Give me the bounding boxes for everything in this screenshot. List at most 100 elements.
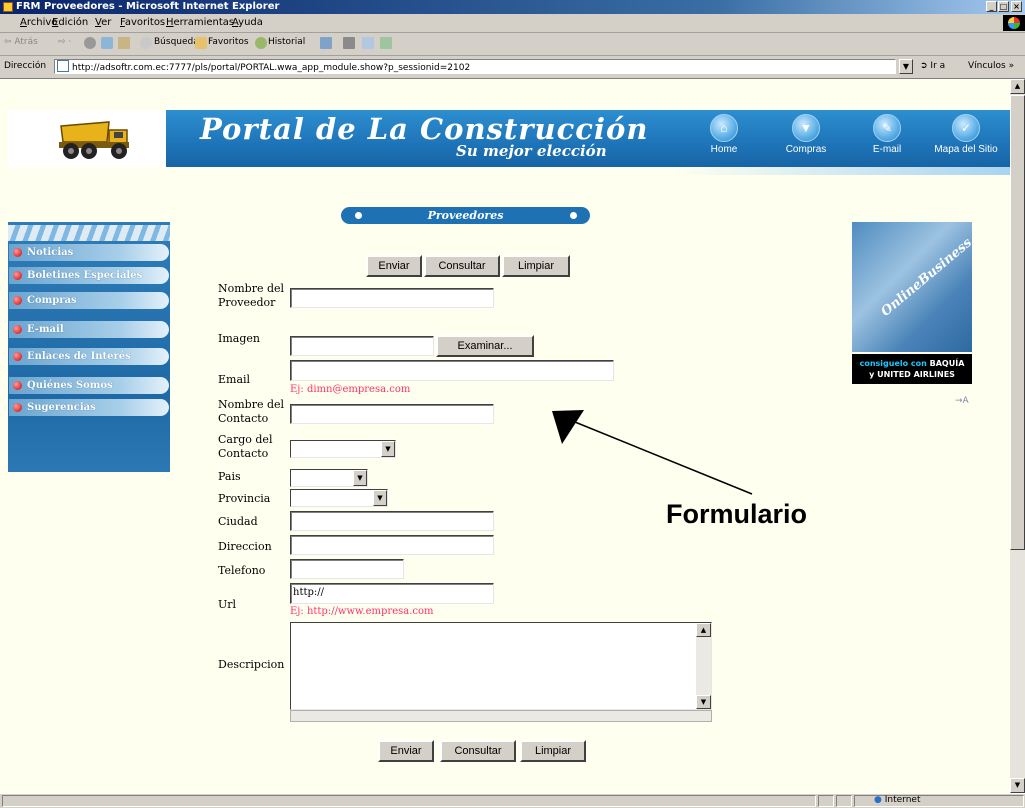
left-menu-label: Compras (27, 295, 77, 306)
menu-edicion[interactable]: Edición (52, 17, 88, 28)
email-input[interactable] (290, 360, 614, 381)
search-button[interactable]: Búsqueda (154, 37, 199, 47)
print-icon[interactable] (343, 37, 355, 49)
ciudad-input[interactable] (290, 511, 494, 531)
nav-compras[interactable]: ▼ Compras (776, 114, 836, 155)
chevron-down-icon: ▼ (353, 470, 367, 486)
ad-caption[interactable]: consiguelo con BAQUÍA y UNITED AIRLINES (852, 354, 972, 384)
pencil-icon: ✎ (873, 114, 901, 142)
history-icon[interactable] (255, 37, 267, 49)
toolbar: ⇦ Atrás ⇨ · Búsqueda Favoritos Historial (0, 33, 1025, 56)
pais-select[interactable]: ▼ (290, 469, 368, 487)
scroll-up-icon[interactable]: ▲ (1010, 79, 1025, 94)
left-menu-label: Sugerencias (27, 402, 96, 413)
menu-ayuda[interactable]: Ayuda (232, 17, 263, 28)
ad-line1-white: BAQUÍA (929, 359, 965, 368)
address-dropdown[interactable]: ▼ (899, 59, 913, 74)
scroll-down-icon[interactable]: ▼ (1010, 778, 1025, 793)
nav-email[interactable]: ✎ E-mail (862, 114, 912, 155)
bullet-icon (570, 212, 577, 219)
provincia-select[interactable]: ▼ (290, 489, 388, 507)
label-provincia: Provincia (218, 492, 271, 505)
go-label: Ir a (930, 61, 946, 71)
clear-button-bottom[interactable]: Limpiar (520, 740, 586, 762)
descripcion-textarea[interactable]: ▲ ▼ (290, 622, 712, 710)
page-icon (57, 60, 69, 72)
address-url: http://adsoftr.com.ec:7777/pls/portal/PO… (72, 63, 471, 73)
refresh-icon[interactable] (101, 37, 113, 49)
discuss-icon[interactable] (380, 37, 392, 49)
mail-icon[interactable] (320, 37, 332, 49)
left-menu-quienes-somos[interactable]: Quiénes Somos (9, 377, 169, 394)
telefono-input[interactable] (290, 559, 404, 579)
left-menu: Noticias Boletines Especiales Compras E-… (8, 222, 170, 472)
imagen-file-input[interactable] (290, 336, 434, 356)
menu-bar: Archivo Edición Ver Favoritos Herramient… (0, 14, 1025, 33)
basket-icon: ▼ (792, 114, 820, 142)
label-direccion: Direccion (218, 540, 272, 553)
history-button[interactable]: Historial (268, 37, 305, 47)
links-button[interactable]: Vínculos » (968, 61, 1014, 71)
stop-icon[interactable] (84, 37, 96, 49)
left-menu-compras[interactable]: Compras (9, 292, 169, 309)
status-cell (836, 795, 852, 807)
menu-favoritos[interactable]: Favoritos (120, 17, 165, 28)
menu-herramientas[interactable]: Herramientas (166, 17, 234, 28)
send-button-top[interactable]: Enviar (366, 255, 422, 277)
house-icon: ⌂ (710, 114, 738, 142)
ad-banner[interactable]: OnlineBusiness (852, 222, 975, 352)
page-scrollbar[interactable]: ▲ ▼ (1010, 79, 1025, 793)
label-nombre-proveedor: Nombre del Proveedor (218, 282, 285, 309)
clear-button-top[interactable]: Limpiar (502, 255, 570, 277)
nombre-contacto-input[interactable] (290, 404, 494, 424)
red-bullet-icon (13, 403, 22, 412)
back-button[interactable]: ⇦ Atrás (4, 37, 38, 47)
forward-button[interactable]: ⇨ · (58, 37, 71, 47)
email-hint: Ej: dimn@empresa.com (290, 384, 411, 395)
home-icon[interactable] (118, 37, 130, 49)
left-menu-enlaces[interactable]: Enlaces de Interés (9, 348, 169, 365)
menu-ver[interactable]: Ver (95, 17, 111, 28)
left-menu-sugerencias[interactable]: Sugerencias (9, 399, 169, 416)
textarea-hscrollbar[interactable] (290, 710, 712, 722)
edit-icon[interactable] (362, 37, 374, 49)
ie-throbber-icon (1003, 15, 1025, 31)
annotation-label: Formulario (666, 499, 808, 529)
left-menu-boletines[interactable]: Boletines Especiales (9, 267, 169, 284)
left-menu-email[interactable]: E-mail (9, 321, 169, 338)
status-cell (818, 795, 834, 807)
scroll-thumb[interactable] (1010, 95, 1025, 550)
browse-button[interactable]: Examinar... (436, 335, 534, 357)
scroll-up-icon[interactable]: ▲ (696, 623, 711, 637)
label-nombre-contacto: Nombre del Contacto (218, 398, 285, 425)
close-button[interactable]: × (1011, 1, 1022, 12)
annotation-arrow-icon (552, 410, 753, 495)
nav-mapa-del-sitio[interactable]: ✓ Mapa del Sitio (924, 114, 1008, 155)
minimize-button[interactable]: _ (986, 1, 997, 12)
cargo-contacto-select[interactable]: ▼ (290, 440, 396, 458)
search-icon[interactable] (140, 37, 152, 49)
maximize-button[interactable]: □ (998, 1, 1009, 12)
dump-truck-icon (59, 121, 129, 159)
status-text-cell (2, 795, 816, 807)
send-button-bottom[interactable]: Enviar (378, 740, 434, 762)
url-input[interactable]: http:// (290, 583, 494, 604)
favorites-button[interactable]: Favoritos (208, 37, 249, 47)
query-button-top[interactable]: Consultar (424, 255, 500, 277)
direccion-input[interactable] (290, 535, 494, 555)
section-header: Proveedores (341, 207, 590, 224)
ad-brand: OnlineBusiness (878, 235, 975, 320)
scroll-down-icon[interactable]: ▼ (696, 695, 711, 709)
label-telefono: Telefono (218, 564, 266, 577)
label-descripcion: Descripcion (218, 658, 285, 671)
address-input[interactable]: http://adsoftr.com.ec:7777/pls/portal/PO… (54, 59, 896, 74)
query-button-bottom[interactable]: Consultar (440, 740, 516, 762)
favorites-icon[interactable] (195, 37, 207, 49)
nav-home[interactable]: ⌂ Home (700, 114, 748, 155)
textarea-scrollbar[interactable]: ▲ ▼ (696, 623, 711, 709)
nombre-proveedor-input[interactable] (290, 288, 494, 308)
label-imagen: Imagen (218, 332, 260, 345)
logo[interactable] (8, 110, 166, 167)
go-button[interactable]: ➲ Ir a (920, 61, 945, 71)
left-menu-noticias[interactable]: Noticias (9, 244, 169, 261)
